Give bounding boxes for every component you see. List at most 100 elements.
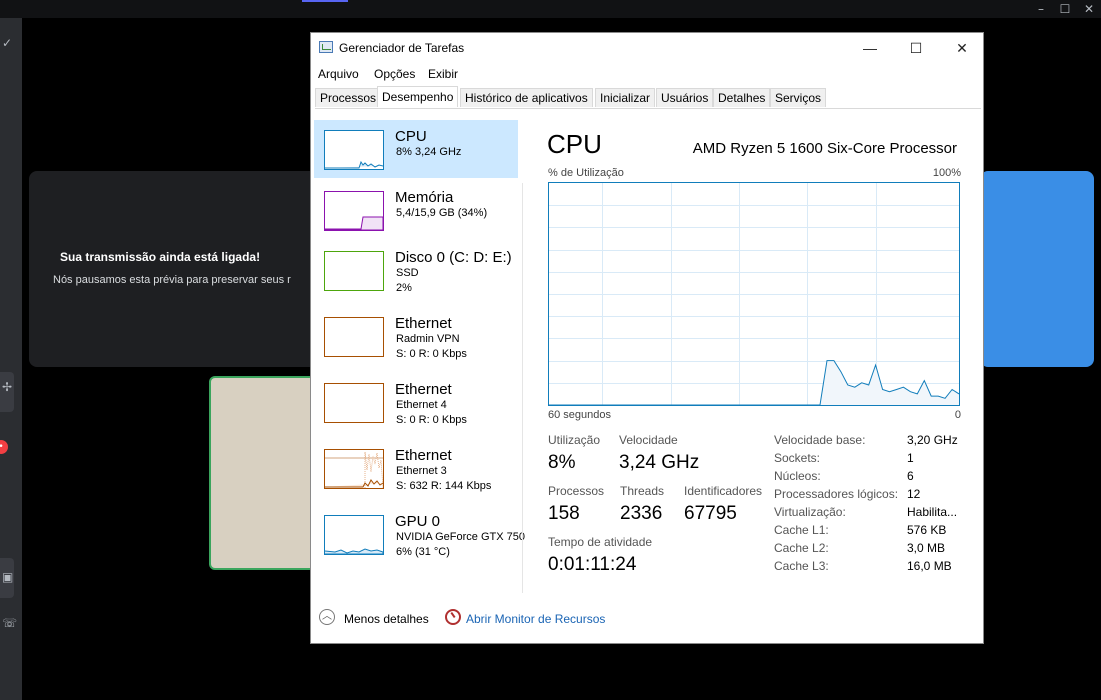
perf-item-name: Disco 0 (C: D: E:) — [395, 249, 512, 266]
participant-tile[interactable] — [209, 376, 319, 570]
perf-item-detail: Ethernet 4 — [396, 399, 447, 411]
footer-bar: ︿ Menos detalhes Abrir Monitor de Recurs… — [311, 599, 983, 633]
perf-item-name: GPU 0 — [395, 513, 441, 530]
uptime-label: Tempo de atividade — [548, 535, 653, 549]
cpu-utilization-plot — [549, 183, 960, 406]
perf-item-subdetail: S: 0 R: 0 Kbps — [396, 414, 467, 426]
utilization-value: 8% — [548, 452, 576, 473]
panel-divider — [522, 183, 523, 593]
background-minimize-button[interactable]: – — [1028, 0, 1054, 18]
spec-label: Núcleos: — [774, 469, 821, 483]
perf-item-ethernet-3[interactable]: Ethernet Ethernet 3 S: 632 R: 144 Kbps — [314, 439, 518, 497]
memory-thumbnail-graph — [324, 191, 384, 231]
menu-opcoes[interactable]: Opções — [374, 67, 415, 81]
cpu-utilization-graph — [548, 182, 960, 406]
perf-item-name: Memória — [395, 189, 454, 206]
chevron-up-icon[interactable]: ︿ — [319, 609, 335, 625]
ethernet-thumbnail-graph — [324, 449, 384, 489]
open-resource-monitor-link[interactable]: Abrir Monitor de Recursos — [466, 612, 605, 626]
performance-resource-list: CPU 8% 3,24 GHz Memória 5,4/15,9 GB (34%… — [314, 120, 525, 582]
menu-exibir[interactable]: Exibir — [428, 67, 458, 81]
task-manager-window: Gerenciador de Tarefas — ☐ ✕ Arquivo Opç… — [310, 32, 984, 644]
perf-item-name: Ethernet — [395, 381, 452, 398]
disk-thumbnail-graph — [324, 251, 384, 291]
graph-y-max: 100% — [932, 167, 961, 179]
perf-item-subdetail: S: 0 R: 0 Kbps — [396, 348, 467, 360]
spec-value: 16,0 MB — [907, 559, 952, 573]
perf-item-name: Ethernet — [395, 315, 452, 332]
background-close-button[interactable]: ✕ — [1076, 0, 1101, 18]
perf-item-gpu[interactable]: GPU 0 NVIDIA GeForce GTX 750 6% (31 °C) — [314, 505, 525, 563]
spec-label: Virtualização: — [774, 505, 846, 519]
spec-value: 12 — [907, 487, 921, 501]
background-maximize-button[interactable]: ☐ — [1052, 0, 1078, 18]
handles-label: Identificadores — [684, 484, 763, 498]
stream-paused-title: Sua transmissão ainda está ligada! — [60, 250, 261, 264]
less-details-button[interactable]: Menos detalhes — [344, 612, 429, 626]
handles-value: 67795 — [684, 503, 737, 524]
background-titlebar: – ☐ ✕ — [0, 0, 1101, 18]
tab-processos[interactable]: Processos — [315, 88, 382, 107]
tab-inicializar[interactable]: Inicializar — [595, 88, 656, 107]
settings-icon[interactable]: ✢ — [2, 380, 12, 394]
close-button[interactable]: ✕ — [939, 33, 985, 63]
maximize-button[interactable]: ☐ — [893, 33, 939, 63]
tab-bar: Processos Desempenho Histórico de aplica… — [315, 86, 981, 109]
threads-label: Threads — [620, 484, 665, 498]
background-sidebar: ✓ ✢ • ▣ ☏ — [0, 18, 22, 700]
spec-value: 1 — [907, 451, 914, 465]
resource-monitor-icon[interactable] — [445, 609, 461, 625]
spec-label: Processadores lógicos: — [774, 487, 899, 501]
perf-item-disco[interactable]: Disco 0 (C: D: E:) SSD 2% — [314, 241, 518, 299]
background-tab-accent — [302, 0, 348, 2]
tab-servicos[interactable]: Serviços — [770, 88, 827, 107]
menu-arquivo[interactable]: Arquivo — [318, 67, 359, 81]
spec-value: 3,20 GHz — [907, 433, 958, 447]
checkmark-icon[interactable]: ✓ — [2, 36, 12, 50]
uptime-value: 0:01:11:24 — [548, 554, 637, 575]
tab-historico[interactable]: Histórico de aplicativos — [460, 88, 593, 107]
speed-value: 3,24 GHz — [619, 452, 700, 473]
spec-label: Cache L1: — [774, 523, 829, 537]
stream-paused-subtitle: Nós pausamos esta prévia para preservar … — [53, 274, 291, 286]
perf-item-cpu[interactable]: CPU 8% 3,24 GHz — [314, 120, 518, 178]
processes-value: 158 — [548, 503, 580, 524]
perf-item-detail: SSD — [396, 267, 419, 279]
tab-detalhes[interactable]: Detalhes — [713, 88, 771, 107]
notification-badge-icon: • — [0, 440, 8, 454]
minimize-button[interactable]: — — [847, 33, 893, 63]
cpu-thumbnail-graph — [324, 130, 384, 170]
stream-paused-card — [29, 171, 329, 367]
processes-label: Processos — [548, 484, 605, 498]
screen-share-icon[interactable]: ▣ — [2, 570, 13, 584]
ethernet-thumbnail-graph — [324, 317, 384, 357]
perf-item-ethernet-radmin[interactable]: Ethernet Radmin VPN S: 0 R: 0 Kbps — [314, 307, 518, 365]
title-bar: Gerenciador de Tarefas — ☐ ✕ — [311, 33, 983, 63]
graph-time-span: 60 segundos — [548, 409, 611, 421]
perf-item-detail: NVIDIA GeForce GTX 750 — [396, 531, 525, 543]
perf-item-detail: 5,4/15,9 GB (34%) — [396, 207, 488, 219]
phone-icon[interactable]: ☏ — [2, 616, 17, 630]
spec-value: 3,0 MB — [907, 541, 946, 555]
perf-item-subdetail: 6% (31 °C) — [396, 546, 450, 558]
perf-item-detail: Radmin VPN — [396, 333, 460, 345]
spec-label: Velocidade base: — [774, 433, 866, 447]
spec-value: 576 KB — [907, 523, 947, 537]
blue-preview-card[interactable] — [980, 171, 1094, 367]
utilization-label: Utilização — [548, 433, 601, 447]
perf-item-detail: Ethernet 3 — [396, 465, 447, 477]
cpu-model-name: AMD Ryzen 5 1600 Six-Core Processor — [692, 140, 957, 157]
spec-label: Cache L2: — [774, 541, 829, 555]
spec-label: Sockets: — [774, 451, 821, 465]
perf-item-subdetail: 2% — [396, 282, 412, 294]
spec-label: Cache L3: — [774, 559, 829, 573]
perf-item-name: CPU — [395, 128, 427, 145]
speed-label: Velocidade — [619, 433, 678, 447]
spec-value: 6 — [907, 469, 914, 483]
perf-item-memoria[interactable]: Memória 5,4/15,9 GB (34%) — [314, 181, 518, 239]
tab-desempenho[interactable]: Desempenho — [377, 86, 459, 107]
gpu-thumbnail-graph — [324, 515, 384, 555]
perf-item-detail: 8% 3,24 GHz — [396, 146, 462, 158]
perf-item-ethernet-4[interactable]: Ethernet Ethernet 4 S: 0 R: 0 Kbps — [314, 373, 518, 431]
tab-usuarios[interactable]: Usuários — [656, 88, 714, 107]
